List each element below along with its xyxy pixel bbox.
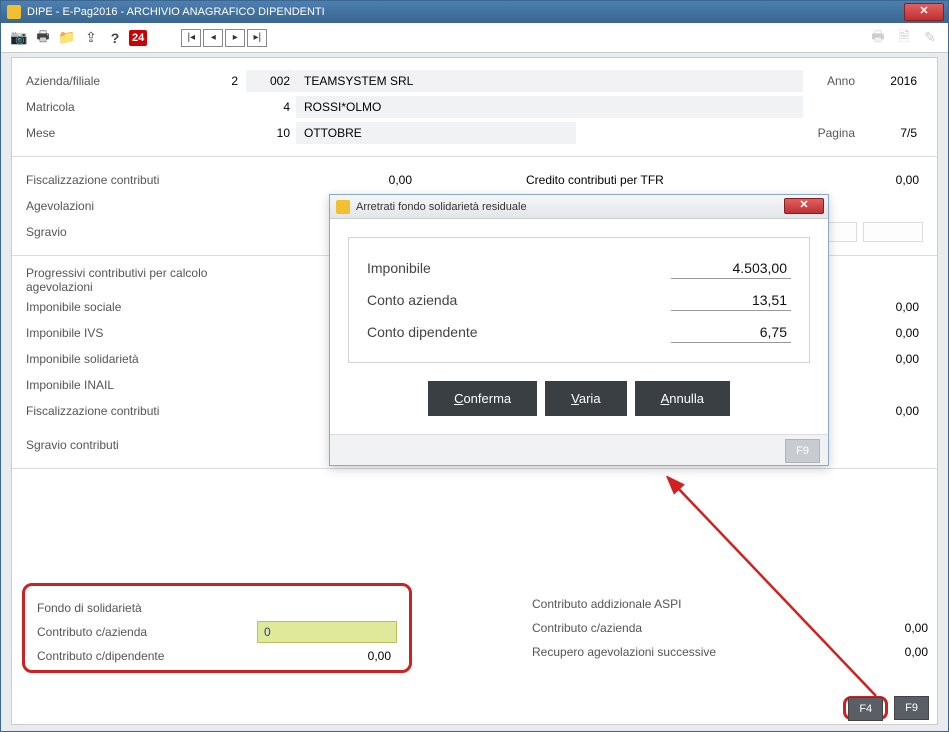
close-button[interactable]: ✕ bbox=[904, 3, 944, 21]
aspi-azienda-val: 0,00 bbox=[862, 621, 932, 635]
fisc-contr-rval: 0,00 bbox=[853, 404, 923, 418]
footer-keys: F4 F9 bbox=[843, 696, 929, 720]
prog-title: Progressivi contributivi per calcolo age… bbox=[26, 266, 266, 294]
anno-label: Anno bbox=[803, 74, 863, 88]
modal-azienda-val[interactable]: 13,51 bbox=[671, 290, 791, 311]
modal-buttons: CConfermaonferma VVariaaria AAnnullannul… bbox=[348, 381, 810, 416]
modal-close-button[interactable]: ✕ bbox=[784, 198, 824, 214]
conferma-button[interactable]: CConfermaonferma bbox=[428, 381, 537, 416]
azienda-label: Azienda/filiale bbox=[26, 74, 186, 88]
imp-ivs-label: Imponibile IVS bbox=[26, 326, 266, 340]
fondo-box: Fondo di solidarietà Contributo c/aziend… bbox=[22, 583, 412, 673]
fondo-azienda-label: Contributo c/azienda bbox=[37, 625, 257, 639]
print-icon[interactable]: 🖶 bbox=[33, 28, 53, 48]
header-section: Azienda/filiale 2 002 TEAMSYSTEM SRL Ann… bbox=[12, 58, 937, 157]
window-title: DIPE - E-Pag2016 - ARCHIVIO ANAGRAFICO D… bbox=[27, 6, 325, 18]
folder-icon[interactable]: 📁 bbox=[57, 28, 77, 48]
azienda-num2: 002 bbox=[246, 70, 296, 92]
main-window: DIPE - E-Pag2016 - ARCHIVIO ANAGRAFICO D… bbox=[0, 0, 949, 732]
fondo-azienda-input[interactable]: 0 bbox=[257, 621, 397, 643]
agevolazioni-label: Agevolazioni bbox=[26, 199, 266, 213]
f9-button[interactable]: F9 bbox=[894, 696, 929, 720]
mese-name: OTTOBRE bbox=[296, 122, 576, 144]
imp-solid-rval: 0,00 bbox=[853, 352, 923, 366]
upload-icon[interactable]: ⇪ bbox=[81, 28, 101, 48]
modal-body: Imponibile 4.503,00 Conto azienda 13,51 … bbox=[330, 219, 828, 434]
matricola-name: ROSSI*OLMO bbox=[296, 96, 803, 118]
sgravio-label: Sgravio bbox=[26, 225, 166, 239]
record-nav: |◂ ◂ ▸ ▸| bbox=[181, 29, 267, 47]
imp-solid-label: Imponibile solidarietà bbox=[26, 352, 266, 366]
toolbar: 📷 🖶 📁 ⇪ ? 24 |◂ ◂ ▸ ▸| 🖶 🗎 ✎ bbox=[1, 23, 948, 53]
aspi-section: Contributo addizionale ASPI Contributo c… bbox=[532, 592, 932, 664]
fondo-dip-input[interactable]: 0,00 bbox=[257, 646, 397, 666]
doc-icon[interactable]: 🗎 bbox=[894, 28, 914, 48]
modal-footer: F9 bbox=[330, 434, 828, 465]
aspi-recupero-val: 0,00 bbox=[862, 645, 932, 659]
mese-label: Mese bbox=[26, 126, 186, 140]
azienda-num1: 2 bbox=[186, 74, 246, 88]
imp-ivs-rval: 0,00 bbox=[853, 326, 923, 340]
matricola-num: 4 bbox=[246, 96, 296, 118]
varia-button[interactable]: VVariaaria bbox=[545, 381, 626, 416]
modal-dialog: Arretrati fondo solidarietà residuale ✕ … bbox=[329, 194, 829, 466]
sgravio-input-1[interactable] bbox=[827, 222, 857, 242]
modal-azienda-label: Conto azienda bbox=[367, 292, 457, 308]
matricola-label: Matricola bbox=[26, 100, 186, 114]
modal-imponibile-val[interactable]: 4.503,00 bbox=[671, 258, 791, 279]
nav-last-icon[interactable]: ▸| bbox=[247, 29, 267, 47]
fiscalizzazione-label: Fiscalizzazione contributi bbox=[26, 173, 266, 187]
anno-value: 2016 bbox=[863, 70, 923, 92]
print2-icon[interactable]: 🖶 bbox=[868, 28, 888, 48]
aspi-recupero-label: Recupero agevolazioni successive bbox=[532, 645, 716, 659]
mese-num: 10 bbox=[246, 122, 296, 144]
sgravio-input-2[interactable] bbox=[863, 222, 923, 242]
modal-imponibile-label: Imponibile bbox=[367, 260, 431, 276]
modal-title: Arretrati fondo solidarietà residuale bbox=[356, 201, 527, 213]
aspi-title: Contributo addizionale ASPI bbox=[532, 597, 681, 611]
titlebar: DIPE - E-Pag2016 - ARCHIVIO ANAGRAFICO D… bbox=[1, 1, 948, 23]
modal-dip-label: Conto dipendente bbox=[367, 324, 478, 340]
app-icon bbox=[7, 5, 21, 19]
camera-icon[interactable]: 📷 bbox=[9, 28, 29, 48]
imp-sociale-label: Imponibile sociale bbox=[26, 300, 266, 314]
help-icon[interactable]: ? bbox=[105, 28, 125, 48]
badge-24[interactable]: 24 bbox=[129, 30, 147, 46]
edit-icon[interactable]: ✎ bbox=[920, 28, 940, 48]
modal-app-icon bbox=[336, 200, 350, 214]
nav-next-icon[interactable]: ▸ bbox=[225, 29, 245, 47]
sgravio-contr-label: Sgravio contributi bbox=[26, 438, 266, 452]
fisc-contr-label: Fiscalizzazione contributi bbox=[26, 404, 266, 418]
nav-first-icon[interactable]: |◂ bbox=[181, 29, 201, 47]
modal-f9-button[interactable]: F9 bbox=[785, 439, 820, 463]
nav-prev-icon[interactable]: ◂ bbox=[203, 29, 223, 47]
azienda-name: TEAMSYSTEM SRL bbox=[296, 70, 803, 92]
credito-val: 0,00 bbox=[853, 173, 923, 187]
aspi-azienda-label: Contributo c/azienda bbox=[532, 621, 642, 635]
f4-button[interactable]: F4 bbox=[848, 697, 883, 721]
f4-highlight: F4 bbox=[843, 696, 888, 720]
annulla-button[interactable]: AAnnullannulla bbox=[635, 381, 730, 416]
credito-label: Credito contributi per TFR bbox=[526, 173, 664, 187]
imp-inail-label: Imponibile INAIL bbox=[26, 378, 266, 392]
fondo-title: Fondo di solidarietà bbox=[37, 601, 142, 615]
fondo-dip-label: Contributo c/dipendente bbox=[37, 649, 257, 663]
modal-panel: Imponibile 4.503,00 Conto azienda 13,51 … bbox=[348, 237, 810, 363]
fiscalizzazione-val: 0,00 bbox=[266, 173, 416, 187]
pagina-label: Pagina bbox=[803, 126, 863, 140]
modal-titlebar: Arretrati fondo solidarietà residuale ✕ bbox=[330, 195, 828, 219]
imp-sociale-rval: 0,00 bbox=[853, 300, 923, 314]
modal-dip-val[interactable]: 6,75 bbox=[671, 322, 791, 343]
pagina-value: 7/5 bbox=[863, 122, 923, 144]
